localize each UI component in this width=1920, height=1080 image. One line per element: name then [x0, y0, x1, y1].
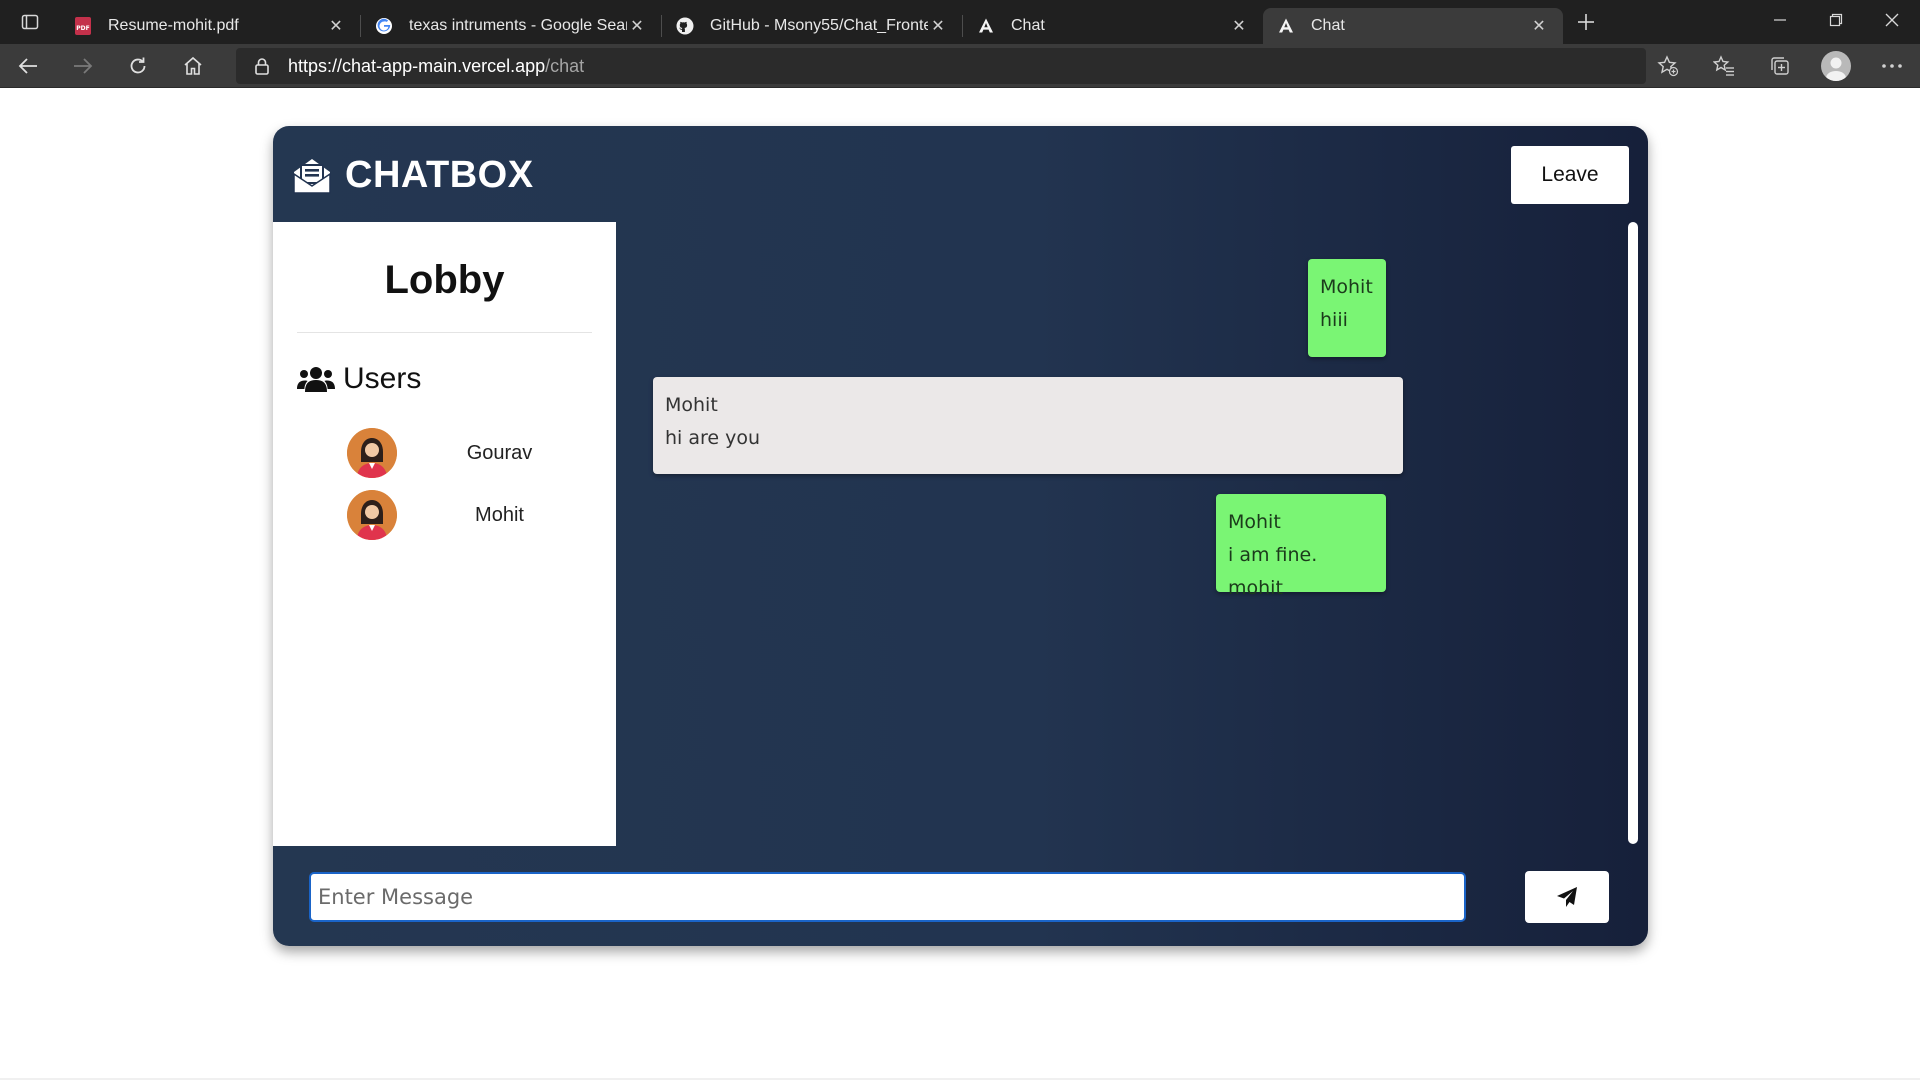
- send-button[interactable]: [1525, 871, 1609, 923]
- message-bubble-own: Mohit hiii: [1308, 259, 1386, 357]
- back-arrow-icon: [18, 57, 37, 74]
- forward-arrow-icon: [73, 57, 92, 74]
- tab-title: Chat: [1311, 17, 1345, 34]
- message-text: i am fine. mohit: [1228, 544, 1318, 599]
- collections-button[interactable]: [1752, 44, 1808, 88]
- favorites-button[interactable]: [1696, 44, 1752, 88]
- angular-icon: [1277, 17, 1295, 35]
- back-button[interactable]: [0, 44, 55, 88]
- message-scrollbar[interactable]: [1628, 222, 1638, 844]
- close-tab-icon[interactable]: ✕: [928, 16, 948, 36]
- brand: CHATBOX: [291, 154, 534, 197]
- message-area: Mohit hiii Mohit hi are you Mohit i am f…: [616, 222, 1648, 846]
- close-tab-icon[interactable]: ✕: [1229, 16, 1249, 36]
- url-bar[interactable]: https://chat-app-main.vercel.app/chat: [236, 48, 1646, 84]
- sidebar-divider: [297, 332, 592, 333]
- close-icon: [1885, 13, 1899, 27]
- message-sender: Mohit: [665, 394, 718, 416]
- message-bubble-own: Mohit i am fine. mohit: [1216, 494, 1386, 599]
- user-list-item: Gourav: [347, 428, 592, 478]
- angular-icon: [977, 17, 995, 35]
- forward-button[interactable]: [55, 44, 110, 88]
- message-text: hiii: [1320, 309, 1348, 331]
- url-path: /chat: [545, 55, 585, 76]
- user-list-item: Mohit: [347, 490, 592, 540]
- leave-button[interactable]: Leave: [1511, 146, 1629, 204]
- message-sender: Mohit: [1320, 276, 1373, 298]
- paper-plane-icon: [1557, 887, 1577, 907]
- tab-title: texas intruments - Google Search: [409, 17, 627, 34]
- users-heading-label: Users: [343, 362, 422, 395]
- url-text: https://chat-app-main.vercel.app/chat: [288, 56, 584, 77]
- user-avatar: [347, 490, 397, 540]
- restore-button[interactable]: [1808, 0, 1864, 40]
- home-button[interactable]: [165, 44, 220, 88]
- users-icon: [297, 367, 335, 392]
- browser-tab-google-search[interactable]: texas intruments - Google Search ✕: [361, 8, 661, 44]
- minimize-button[interactable]: [1752, 0, 1808, 40]
- add-favorite-button[interactable]: [1640, 44, 1696, 88]
- window-controls: [1752, 0, 1920, 40]
- star-add-icon: [1657, 55, 1679, 77]
- restore-icon: [1829, 13, 1843, 27]
- user-name: Gourav: [466, 441, 533, 464]
- pdf-icon: PDF: [74, 17, 92, 35]
- close-tab-icon[interactable]: ✕: [627, 16, 647, 36]
- lock-icon: [255, 58, 269, 75]
- browser-tab-chat-1[interactable]: Chat ✕: [963, 8, 1263, 44]
- github-icon: [676, 17, 694, 35]
- chat-card: CHATBOX Leave Lobby Users Gourav Mohit M…: [273, 126, 1648, 946]
- chat-header: CHATBOX Leave: [273, 126, 1648, 222]
- browser-tab-chat-active[interactable]: Chat ✕: [1263, 8, 1563, 44]
- envelope-open-text-icon: [293, 158, 331, 194]
- room-title: Lobby: [384, 258, 505, 302]
- close-tab-icon[interactable]: ✕: [1529, 16, 1549, 36]
- message-text: hi are you: [665, 427, 761, 449]
- favorites-icon: [1713, 55, 1734, 76]
- collections-icon: [1771, 57, 1789, 75]
- user-name: Mohit: [475, 503, 524, 526]
- profile-avatar-icon: [1821, 51, 1851, 81]
- tab-title: GitHub - Msony55/Chat_Frontend: [710, 17, 928, 34]
- tab-title: Chat: [1011, 17, 1045, 34]
- users-heading: Users: [297, 362, 421, 396]
- message-input[interactable]: [309, 872, 1466, 922]
- browser-tab-resume[interactable]: PDF Resume-mohit.pdf ✕: [60, 8, 360, 44]
- google-icon: [375, 17, 393, 35]
- close-tab-icon[interactable]: ✕: [326, 16, 346, 36]
- more-icon: [1882, 64, 1902, 68]
- user-avatar: [347, 428, 397, 478]
- message-sender: Mohit: [1228, 511, 1281, 533]
- minimize-icon: [1774, 19, 1786, 21]
- browser-tab-github[interactable]: GitHub - Msony55/Chat_Frontend ✕: [662, 8, 962, 44]
- settings-more-button[interactable]: [1864, 44, 1920, 88]
- refresh-button[interactable]: [110, 44, 165, 88]
- home-icon: [183, 56, 202, 75]
- svg-text:PDF: PDF: [76, 25, 89, 32]
- plus-icon: [1578, 14, 1594, 30]
- brand-title: CHATBOX: [345, 154, 534, 196]
- tab-actions-icon: [21, 14, 39, 30]
- browser-toolbar-right: [1640, 44, 1920, 88]
- new-tab-button[interactable]: [1563, 0, 1609, 44]
- tab-actions-button[interactable]: [0, 0, 60, 44]
- message-bubble-other: Mohit hi are you: [653, 377, 1403, 474]
- room-sidebar: Lobby Users Gourav Mohit: [273, 222, 616, 846]
- url-host: https://chat-app-main.vercel.app: [288, 55, 546, 76]
- tab-title: Resume-mohit.pdf: [108, 17, 239, 34]
- browser-address-bar: https://chat-app-main.vercel.app/chat: [0, 44, 1920, 88]
- profile-button[interactable]: [1808, 44, 1864, 88]
- browser-tab-bar: PDF Resume-mohit.pdf ✕ texas intruments …: [0, 0, 1920, 44]
- refresh-icon: [130, 57, 145, 73]
- close-window-button[interactable]: [1864, 0, 1920, 40]
